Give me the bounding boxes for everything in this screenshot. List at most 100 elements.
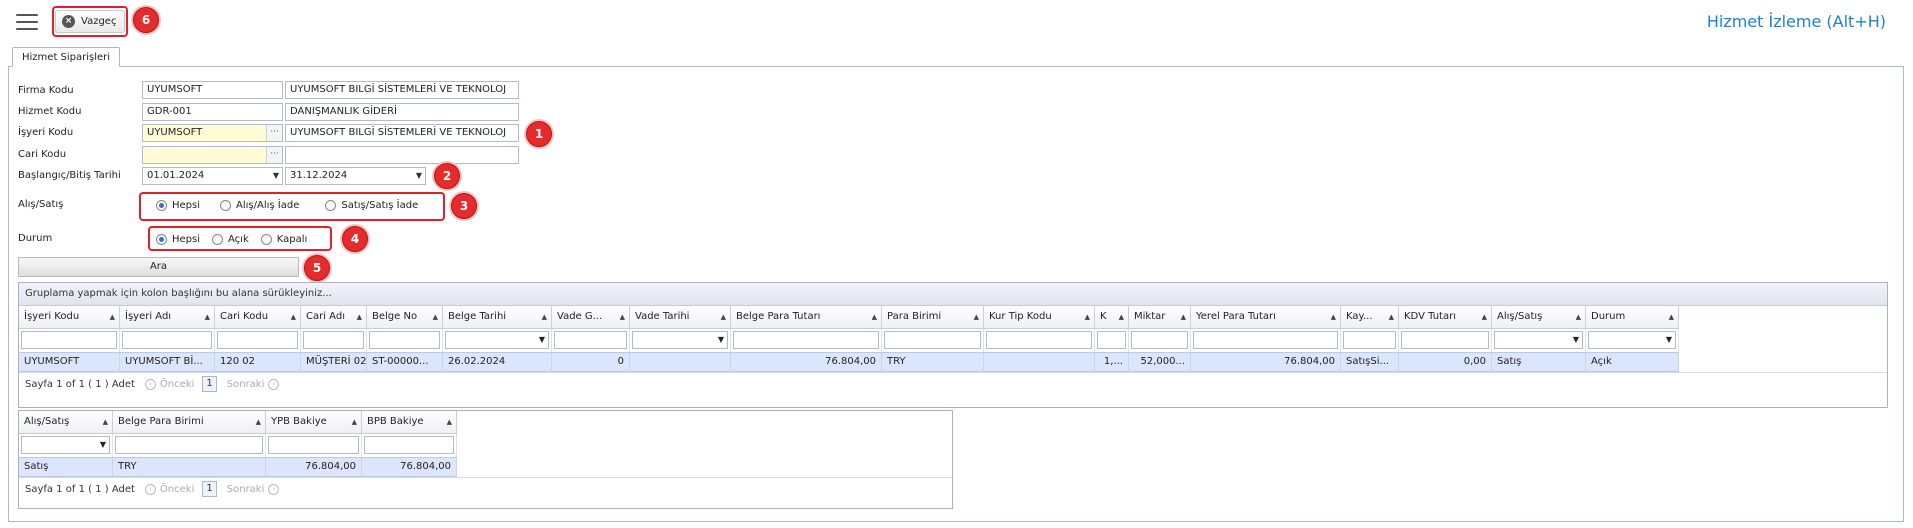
lookup-ellipsis-icon[interactable]: ··· [266,125,282,141]
column-header[interactable]: K ▲ [1095,306,1129,329]
sort-arrow-icon[interactable]: ▲ [974,306,979,328]
sort-arrow-icon[interactable]: ▲ [1085,306,1090,328]
sort-arrow-icon[interactable]: ▲ [721,306,726,328]
filter-input[interactable] [1343,331,1396,349]
column-header[interactable]: Belge Para Tutarı ▲ [731,306,882,329]
column-header[interactable]: Kay... ▲ [1341,306,1399,329]
filter-input[interactable] [884,331,981,349]
filter-cell [266,434,362,457]
sort-arrow-icon[interactable]: ▲ [1576,306,1581,328]
column-header-label: Belge No [372,311,418,322]
table-cell [984,352,1095,372]
column-header[interactable]: Cari Kodu ▲ [215,306,301,329]
filter-dropdown[interactable]: ▼ [445,331,549,349]
column-header[interactable]: KDV Tutarı ▲ [1399,306,1492,329]
column-header[interactable]: Cari Adı ▲ [301,306,367,329]
sort-arrow-icon[interactable]: ▲ [1669,306,1674,328]
pager-current-page[interactable]: 1 [202,376,217,392]
column-header[interactable]: Durum ▲ [1586,306,1679,329]
table-cell: 76.804,00 [362,457,457,477]
start-date-input[interactable]: 01.01.2024 ▼ [142,167,283,185]
column-header[interactable]: BPB Bakiye ▲ [362,411,457,434]
column-header[interactable]: Belge Tarihi ▲ [443,306,552,329]
end-date-input[interactable]: 31.12.2024 ▼ [285,167,426,185]
filter-cell: ▼ [443,329,552,352]
filter-input[interactable] [122,331,212,349]
filter-input[interactable] [364,436,454,454]
filter-input[interactable] [268,436,359,454]
filter-input[interactable] [1131,331,1188,349]
isyeri-kodu-input[interactable]: UYUMSOFT ··· [142,124,283,142]
filter-input[interactable] [733,331,879,349]
column-header[interactable]: Para Birimi ▲ [882,306,984,329]
filter-input[interactable] [1097,331,1126,349]
pager-prev-button[interactable]: ‹ Önceki [144,483,194,495]
table-cell: 76.804,00 [266,457,362,477]
dropdown-arrow-icon[interactable]: ▼ [1573,332,1579,348]
column-header[interactable]: Belge Para Birimi ▲ [113,411,266,434]
column-header[interactable]: İşyeri Kodu ▲ [19,306,120,329]
filter-dropdown[interactable]: ▼ [1494,331,1583,349]
table-row[interactable]: UYUMSOFT UYUMSOFT Bİ... 120 02 MÜŞTERİ 02 ST… [19,352,1887,372]
column-header[interactable]: Miktar ▲ [1129,306,1191,329]
pager-next-button[interactable]: Sonraki › [227,483,280,495]
pager-next-button[interactable]: Sonraki › [227,378,280,390]
column-header[interactable]: Belge No ▲ [367,306,443,329]
sort-arrow-icon[interactable]: ▲ [1119,306,1124,328]
dropdown-arrow-icon[interactable]: ▼ [273,168,279,184]
sort-arrow-icon[interactable]: ▲ [256,411,261,433]
sort-arrow-icon[interactable]: ▲ [1331,306,1336,328]
filter-input[interactable] [1193,331,1338,349]
lookup-ellipsis-icon[interactable]: ··· [266,147,282,163]
column-header[interactable]: Vade Tarihi ▲ [630,306,731,329]
filter-input[interactable] [986,331,1092,349]
column-header[interactable]: İşyeri Adı ▲ [120,306,215,329]
firma-kodu-input[interactable]: UYUMSOFT [142,81,283,99]
column-header[interactable]: Kur Tip Kodu ▲ [984,306,1095,329]
filter-input[interactable] [21,331,117,349]
sort-arrow-icon[interactable]: ▲ [872,306,877,328]
pager-prev-button[interactable]: ‹ Önceki [144,378,194,390]
sort-arrow-icon[interactable]: ▲ [447,411,452,433]
sort-arrow-icon[interactable]: ▲ [1389,306,1394,328]
column-header[interactable]: Alış/Satış ▲ [19,411,113,434]
table-cell: UYUMSOFT [19,352,120,372]
sort-arrow-icon[interactable]: ▲ [620,306,625,328]
menu-icon[interactable] [14,12,40,32]
filter-input[interactable] [554,331,627,349]
sort-arrow-icon[interactable]: ▲ [352,411,357,433]
dropdown-arrow-icon[interactable]: ▼ [1666,332,1672,348]
hizmet-kodu-input[interactable]: GDR-001 [142,103,283,121]
filter-input[interactable] [303,331,364,349]
column-header[interactable]: Vade G... ▲ [552,306,630,329]
filter-dropdown[interactable]: ▼ [1588,331,1676,349]
table-row[interactable]: Satış TRY 76.804,00 76.804,00 [19,457,952,477]
sort-arrow-icon[interactable]: ▲ [110,306,115,328]
sort-arrow-icon[interactable]: ▲ [1482,306,1487,328]
filter-dropdown[interactable]: ▼ [21,436,110,454]
search-button[interactable]: Ara [18,257,299,277]
filter-input[interactable] [115,436,263,454]
column-header[interactable]: Alış/Satış ▲ [1492,306,1586,329]
sort-arrow-icon[interactable]: ▲ [291,306,296,328]
tab-hizmet-siparisleri[interactable]: Hizmet Siparişleri [12,47,121,67]
dropdown-arrow-icon[interactable]: ▼ [416,168,422,184]
sort-arrow-icon[interactable]: ▲ [205,306,210,328]
sort-arrow-icon[interactable]: ▲ [1181,306,1186,328]
filter-input[interactable] [1401,331,1489,349]
sort-arrow-icon[interactable]: ▲ [357,306,362,328]
dropdown-arrow-icon[interactable]: ▼ [539,332,545,348]
filter-input[interactable] [217,331,298,349]
dropdown-arrow-icon[interactable]: ▼ [718,332,724,348]
filter-input[interactable] [369,331,440,349]
sort-arrow-icon[interactable]: ▲ [542,306,547,328]
column-header[interactable]: YPB Bakiye ▲ [266,411,362,434]
dropdown-arrow-icon[interactable]: ▼ [100,437,106,453]
annotation-badge: 3 [451,193,477,219]
column-header[interactable]: Yerel Para Tutarı ▲ [1191,306,1341,329]
cari-kodu-input[interactable]: ··· [142,146,283,164]
sort-arrow-icon[interactable]: ▲ [103,411,108,433]
sort-arrow-icon[interactable]: ▲ [433,306,438,328]
pager-current-page[interactable]: 1 [202,481,217,497]
filter-dropdown[interactable]: ▼ [632,331,728,349]
